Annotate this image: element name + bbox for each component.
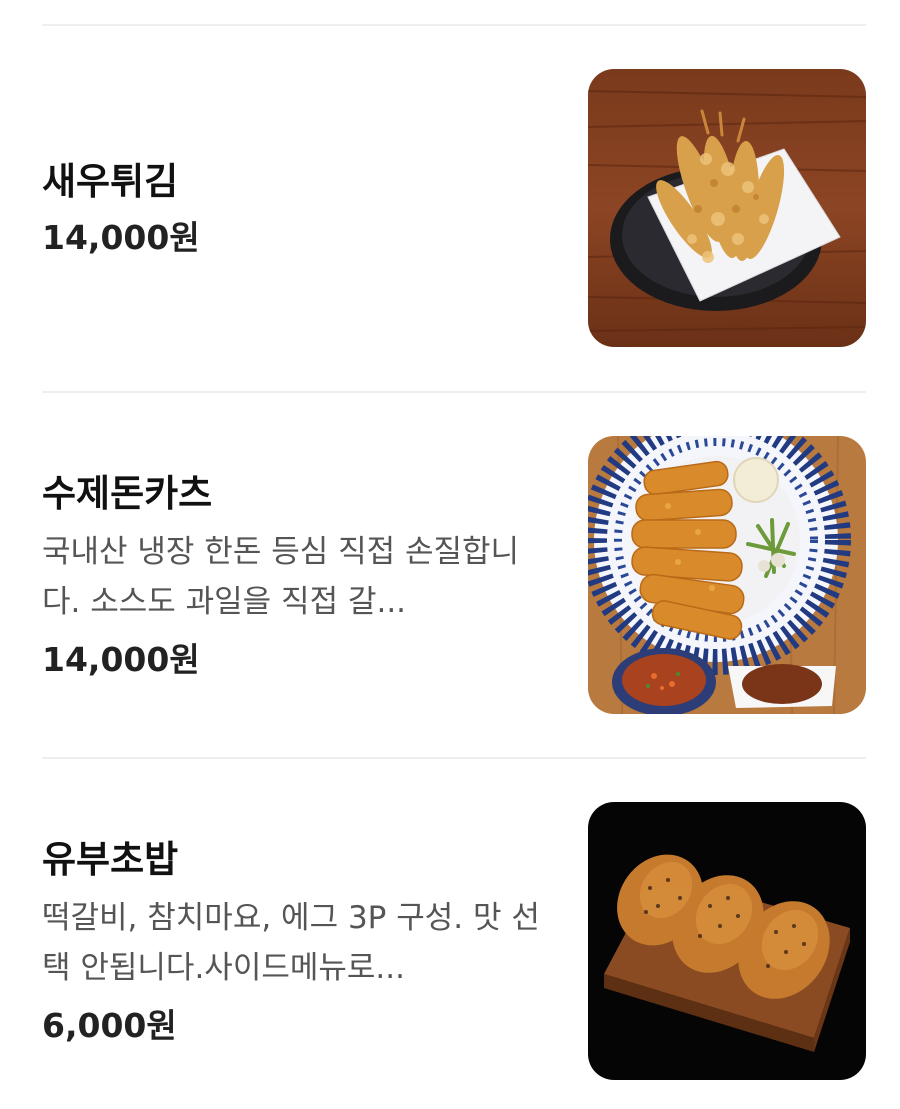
- menu-item-pork-cutlet[interactable]: 수제돈카츠 국내산 냉장 한돈 등심 직접 손질합니다. 소스도 과일을 직접 …: [42, 436, 866, 716]
- menu-item-photo[interactable]: [588, 436, 866, 714]
- menu-item-info: 유부초밥 떡갈비, 참치마요, 에그 3P 구성. 맛 선택 안됩니다.사이드메…: [42, 802, 542, 1082]
- menu-item-info: 수제돈카츠 국내산 냉장 한돈 등심 직접 손질합니다. 소스도 과일을 직접 …: [42, 436, 542, 716]
- item-divider: [42, 391, 866, 393]
- menu-item-name: 수제돈카츠: [42, 472, 213, 515]
- menu-item-shrimp-tempura[interactable]: 새우튀김 14,000원: [42, 69, 866, 349]
- top-divider: [42, 24, 866, 26]
- menu-item-info: 새우튀김 14,000원: [42, 69, 542, 349]
- inari-sushi-photo: [588, 802, 866, 1080]
- menu-item-name: 유부초밥: [42, 838, 179, 881]
- menu-item-name: 새우튀김: [42, 160, 179, 203]
- menu-item-price: 6,000원: [42, 1006, 177, 1045]
- menu-item-photo[interactable]: [588, 69, 866, 347]
- menu-item-price: 14,000원: [42, 218, 200, 257]
- pork-cutlet-photo: [588, 436, 866, 714]
- menu-item-description: 국내산 냉장 한돈 등심 직접 손질합니다. 소스도 과일을 직접 갈...: [42, 534, 520, 620]
- menu-item-description: 떡갈비, 참치마요, 에그 3P 구성. 맛 선택 안됩니다.사이드메뉴로...: [42, 900, 540, 986]
- menu-item-photo[interactable]: [588, 802, 866, 1080]
- shrimp-tempura-photo: [588, 69, 866, 347]
- menu-item-inari-sushi[interactable]: 유부초밥 떡갈비, 참치마요, 에그 3P 구성. 맛 선택 안됩니다.사이드메…: [42, 802, 866, 1082]
- menu-item-price: 14,000원: [42, 640, 200, 679]
- item-divider: [42, 757, 866, 759]
